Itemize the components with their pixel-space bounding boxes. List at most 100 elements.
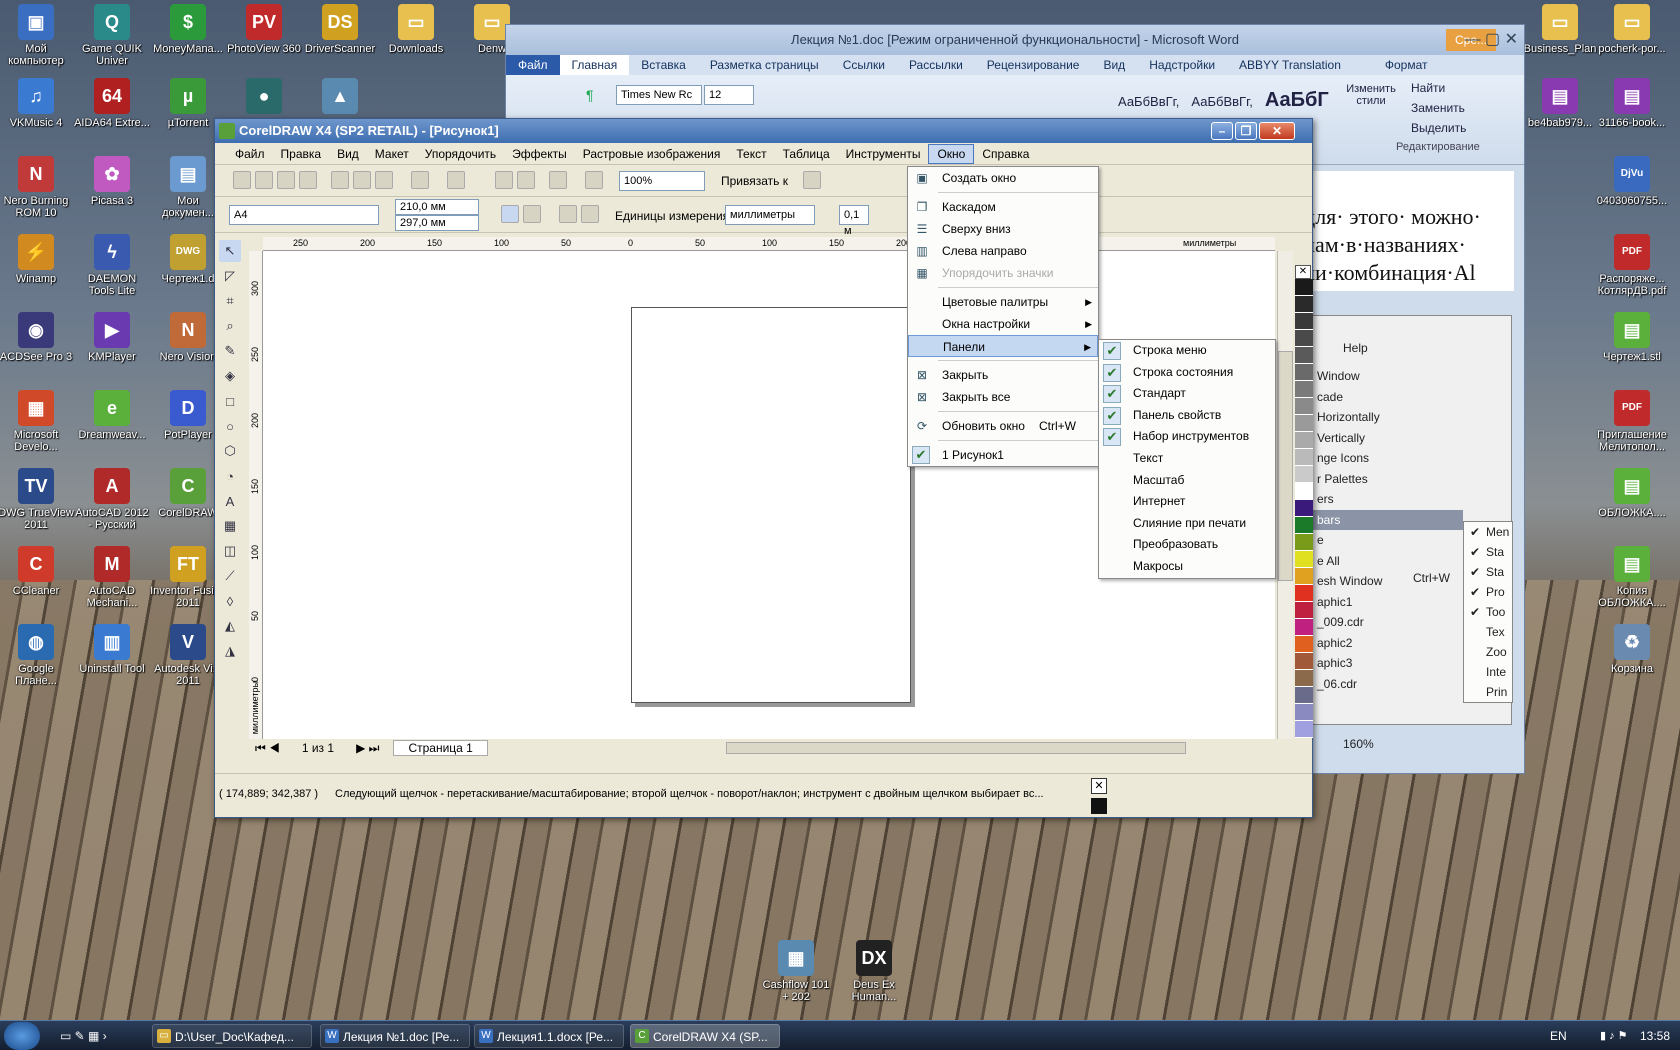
desktop-icon[interactable]: DjVu 0403060755... <box>1594 156 1670 207</box>
panels-menu-item[interactable]: Масштаб <box>1099 470 1275 492</box>
panels-menu-item[interactable]: ✔ Панель свойств <box>1099 405 1275 427</box>
word-sub-item[interactable]: r Palettes <box>1313 469 1463 490</box>
word-sub-item[interactable]: bars <box>1313 509 1463 530</box>
tray-icons[interactable]: ▮ ♪ ⚑ <box>1600 1029 1628 1042</box>
palette-swatch[interactable] <box>1295 364 1313 381</box>
palette-swatch[interactable] <box>1295 602 1313 619</box>
snap-to-dropdown[interactable]: Привязать к <box>721 174 788 188</box>
maximize-button[interactable]: ❐ <box>1235 122 1257 140</box>
panels-menu-item[interactable]: ✔ Строка меню <box>1099 340 1275 362</box>
desktop-icon[interactable]: ▭ pocherk-por... <box>1594 4 1670 55</box>
corel-menu-item[interactable]: Растровые изображения <box>575 145 729 163</box>
word-sub-item[interactable]: nge Icons <box>1313 448 1463 469</box>
window-menu-item[interactable]: ⊠ Закрыть все <box>908 386 1098 408</box>
options-icon[interactable] <box>803 171 821 189</box>
freehand-tool-icon[interactable]: ✎ <box>219 340 241 362</box>
page-nav-first-icon[interactable]: ⏮ ◀ <box>255 741 280 756</box>
window-menu-item[interactable]: ▣ Создать окно <box>908 167 1098 189</box>
desktop-icon[interactable]: Q Game QUIK Univer <box>74 4 150 67</box>
minimize-button[interactable]: – <box>1211 122 1233 140</box>
desktop-icon[interactable]: ▣ Мой компьютер <box>0 4 74 67</box>
desktop-icon[interactable]: ◍ Google Плане... <box>0 624 74 687</box>
current-page-icon[interactable] <box>581 205 599 223</box>
palette-swatch[interactable] <box>1295 568 1313 585</box>
corel-menu-item[interactable]: Эффекты <box>504 145 575 163</box>
word-tab[interactable]: Ссылки <box>831 55 897 75</box>
blend-tool-icon[interactable]: ◫ <box>219 540 241 562</box>
table-tool-icon[interactable]: ▦ <box>219 515 241 537</box>
corel-menu-item[interactable]: Таблица <box>775 145 838 163</box>
word-tab[interactable]: Надстройки <box>1137 55 1227 75</box>
drawing-page[interactable] <box>631 307 911 703</box>
desktop-icon[interactable]: DX Deus Ex Human... <box>836 940 912 1003</box>
desktop-icon[interactable]: ▲ <box>302 78 378 117</box>
taskbar-button[interactable]: ▭ D:\User_Doc\Кафед... <box>152 1024 312 1048</box>
window-menu-item[interactable]: ⟳ Обновить окно Ctrl+W <box>908 415 1098 437</box>
desktop-icon[interactable]: e Dreamweav... <box>74 390 150 441</box>
word-sub2-item[interactable]: ✔ Too <box>1464 602 1512 622</box>
word-tab[interactable]: Разметка страницы <box>698 55 831 75</box>
palette-swatch[interactable] <box>1295 704 1313 721</box>
word-sub2-item[interactable]: Zoo <box>1464 642 1512 662</box>
page-size-select[interactable]: A4 <box>229 205 379 225</box>
horizontal-scrollbar[interactable] <box>725 742 1186 754</box>
palette-swatch[interactable] <box>1295 636 1313 653</box>
taskbar-button[interactable]: W Лекция №1.doc [Ре... <box>320 1024 470 1048</box>
palette-swatch[interactable] <box>1295 330 1313 347</box>
desktop-icon[interactable]: ▤ Чертеж1.stl <box>1594 312 1670 363</box>
close-button[interactable]: ✕ <box>1259 122 1295 140</box>
word-tab[interactable]: Вид <box>1091 55 1137 75</box>
window-menu-item[interactable]: ✔ 1 Рисунок1 <box>908 444 1098 466</box>
pick-tool-icon[interactable]: ↖ <box>219 240 241 262</box>
word-tab[interactable]: ABBYY Translation <box>1227 55 1353 75</box>
scrollbar-thumb[interactable] <box>1278 351 1293 581</box>
page-nav-next-icon[interactable]: ▶ ⏭ <box>356 741 379 756</box>
start-button[interactable] <box>4 1022 40 1050</box>
export-icon[interactable] <box>517 171 535 189</box>
desktop-icon[interactable]: C CCleaner <box>0 546 74 597</box>
rectangle-tool-icon[interactable]: □ <box>219 390 241 412</box>
word-sub-item[interactable]: Horizontally <box>1313 407 1463 428</box>
panels-menu-item[interactable]: Текст <box>1099 448 1275 470</box>
corel-menu-item[interactable]: Вид <box>329 145 367 163</box>
desktop-icon[interactable]: ▤ 31166-book... <box>1594 78 1670 129</box>
desktop-icon[interactable]: ♫ VKMusic 4 <box>0 78 74 129</box>
import-icon[interactable] <box>495 171 513 189</box>
corel-menu-item[interactable]: Справка <box>974 145 1037 163</box>
cut-icon[interactable] <box>331 171 349 189</box>
word-font-select[interactable]: Times New Rc <box>616 85 702 105</box>
taskbar-button[interactable]: C CorelDRAW X4 (SP... <box>630 1024 780 1048</box>
desktop-icon[interactable]: ▭ Downloads <box>378 4 454 55</box>
polygon-tool-icon[interactable]: ⬡ <box>219 440 241 462</box>
redo-icon[interactable] <box>447 171 465 189</box>
panels-menu-item[interactable]: Преобразовать <box>1099 534 1275 556</box>
eyedropper-tool-icon[interactable]: ⟋ <box>219 565 241 587</box>
desktop-icon[interactable]: ▥ Uninstall Tool <box>74 624 150 675</box>
page-tab[interactable]: Страница 1 <box>393 740 488 756</box>
corel-menu-item[interactable]: Текст <box>728 145 774 163</box>
word-sub2-item[interactable]: Tex <box>1464 622 1512 642</box>
zoom-tool-icon[interactable]: ⌕ <box>219 315 241 337</box>
save-icon[interactable] <box>277 171 295 189</box>
open-icon[interactable] <box>255 171 273 189</box>
word-sub2-item[interactable]: ✔ Men <box>1464 522 1512 542</box>
word-sub2-item[interactable]: Prin <box>1464 682 1512 702</box>
zoom-level-select[interactable]: 100% <box>619 171 705 191</box>
portrait-icon[interactable] <box>501 205 519 223</box>
word-tab[interactable]: Файл <box>506 55 560 75</box>
copy-icon[interactable] <box>353 171 371 189</box>
shape-tool-icon[interactable]: ◸ <box>219 265 241 287</box>
palette-swatch[interactable] <box>1295 670 1313 687</box>
nudge-field[interactable]: 0,1 м <box>839 205 869 237</box>
text-tool-icon[interactable]: A <box>219 490 241 512</box>
palette-swatch[interactable] <box>1295 619 1313 636</box>
word-help-menu[interactable]: Help <box>1343 341 1368 355</box>
desktop-icon[interactable]: $ MoneyMana... <box>150 4 226 55</box>
desktop-icon[interactable]: A AutoCAD 2012 - Русский <box>74 468 150 531</box>
fill-none-swatch[interactable]: ✕ <box>1091 778 1107 794</box>
word-document-page[interactable]: для· этого· можно· лам·в·названиях· ли·к… <box>1296 171 1514 291</box>
word-sub2-item[interactable]: Inte <box>1464 662 1512 682</box>
desktop-icon[interactable]: N Nero Burning ROM 10 <box>0 156 74 219</box>
window-menu-item[interactable]: Панели ▶ <box>908 335 1098 357</box>
palette-swatch[interactable] <box>1295 551 1313 568</box>
